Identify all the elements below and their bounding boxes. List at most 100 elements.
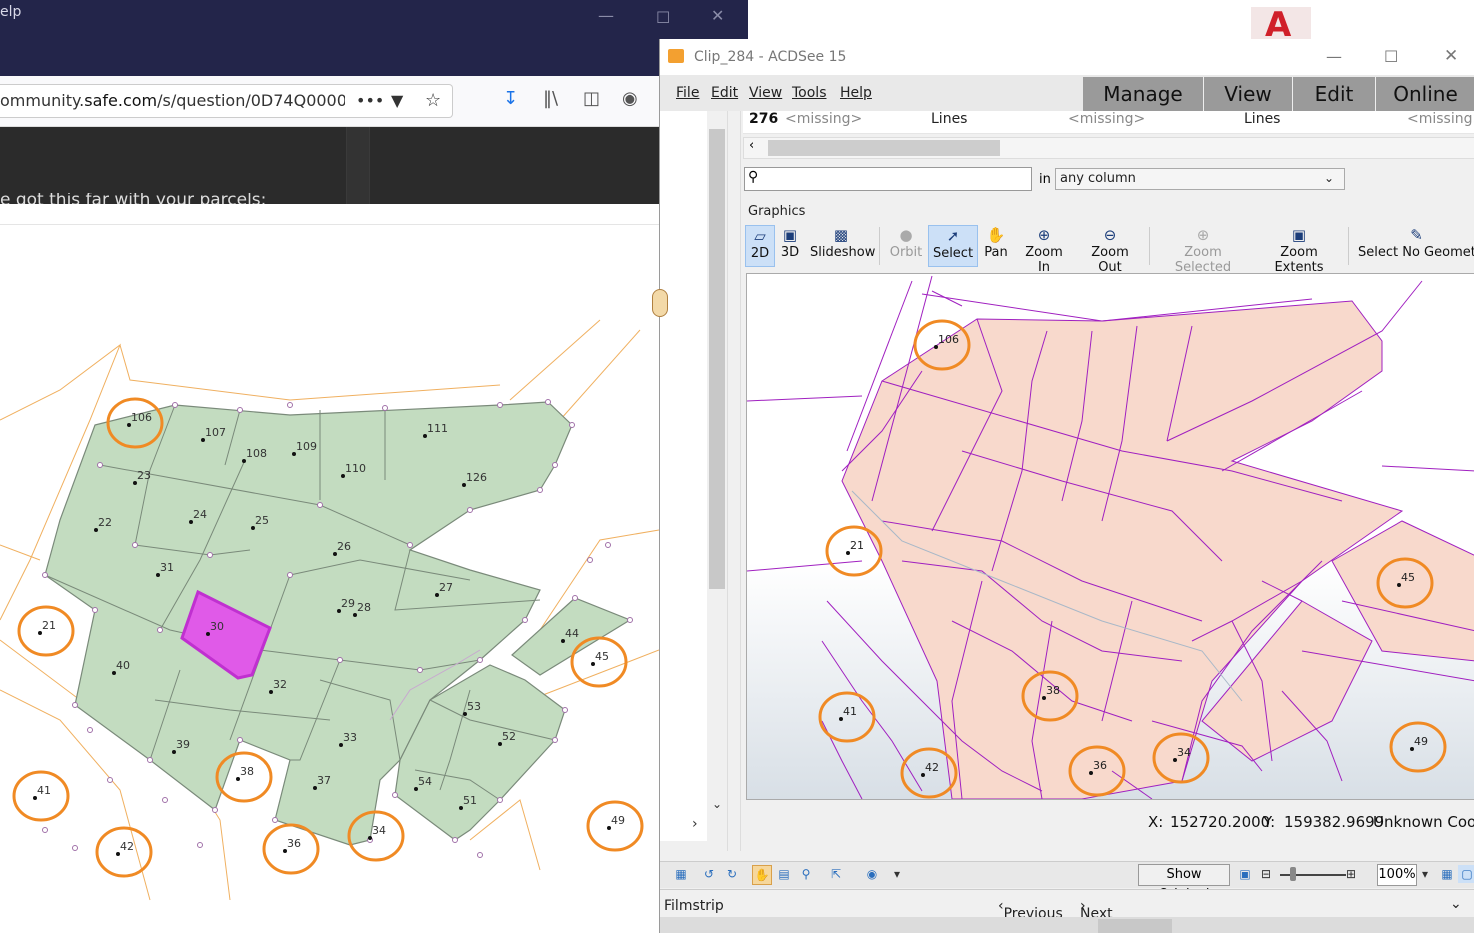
view-mode-icon[interactable]: ▢ bbox=[1458, 865, 1474, 883]
globe-icon[interactable]: ◉ bbox=[863, 865, 881, 883]
pocket-icon[interactable]: ▼ bbox=[391, 85, 403, 117]
acdsee-title-bar: Clip_284 - ACDSee 15 — ☐ ✕ bbox=[660, 39, 1474, 75]
filmstrip-bar: Filmstrip ‹ Previous Next › ⌄ bbox=[660, 889, 1474, 922]
fit-icon[interactable]: ▦ bbox=[672, 865, 690, 883]
3d-button[interactable]: ▣ 3D bbox=[778, 225, 802, 265]
zoom-extents-button[interactable]: ▣ Zoom Extents bbox=[1259, 225, 1339, 275]
close-icon[interactable]: ✕ bbox=[1444, 46, 1458, 66]
parcel-label: 52 bbox=[502, 730, 516, 743]
menu-help[interactable]: Help bbox=[840, 85, 872, 101]
dropdown-icon[interactable]: ▾ bbox=[888, 865, 906, 883]
mode-edit[interactable]: Edit bbox=[1293, 77, 1376, 111]
mode-online[interactable]: Online bbox=[1376, 77, 1474, 111]
parcel-label: 106 bbox=[131, 411, 152, 424]
horizontal-scrollbar[interactable]: ‹ bbox=[743, 137, 1474, 159]
menu-view[interactable]: View bbox=[749, 85, 782, 101]
table-row[interactable]: 276 <missing> Lines <missing> Lines <mis… bbox=[743, 111, 1474, 134]
more-icon[interactable]: ••• bbox=[356, 85, 384, 117]
autocad-icon[interactable]: A bbox=[1251, 5, 1311, 45]
search-input[interactable]: ⚲ bbox=[744, 167, 1032, 191]
side-handle[interactable] bbox=[652, 289, 668, 317]
x-value: 152720.2000 bbox=[1170, 813, 1271, 831]
toolbar-separator bbox=[1348, 227, 1349, 265]
marquee-icon[interactable]: ▤ bbox=[775, 865, 793, 883]
zoom-in-button[interactable]: ⊕ Zoom In bbox=[1018, 225, 1070, 275]
menu-file[interactable]: File bbox=[676, 85, 699, 101]
toolbar-separator bbox=[879, 227, 880, 265]
parcel-label: 45 bbox=[595, 650, 609, 663]
zoom-in-small-icon[interactable]: ⊞ bbox=[1342, 865, 1360, 883]
2d-button[interactable]: ▱ 2D bbox=[745, 225, 775, 267]
zoom-slider-thumb[interactable] bbox=[1290, 867, 1296, 881]
menu-tools[interactable]: Tools bbox=[792, 85, 827, 101]
rotate-left-icon[interactable]: ↺ bbox=[700, 865, 718, 883]
zoom-selected-button[interactable]: ⊕ Zoom Selected bbox=[1158, 225, 1248, 275]
2d-label: 2D bbox=[750, 246, 770, 261]
menu-edit[interactable]: Edit bbox=[711, 85, 738, 101]
full-screen-icon[interactable]: ⇱ bbox=[827, 865, 845, 883]
pan-label: Pan bbox=[984, 245, 1008, 260]
library-icon[interactable]: ‖\ bbox=[543, 88, 558, 109]
parcel-label: 38 bbox=[240, 765, 254, 778]
previous-button[interactable]: ‹ Previous bbox=[998, 898, 1063, 922]
vertical-scroll-thumb[interactable] bbox=[709, 129, 725, 589]
compare-icon[interactable]: ▦ bbox=[1438, 865, 1456, 883]
scroll-down-icon[interactable]: ⌄ bbox=[712, 797, 722, 811]
rotate-right-icon[interactable]: ↻ bbox=[723, 865, 741, 883]
zoom-out-button[interactable]: ⊖ Zoom Out bbox=[1080, 225, 1140, 275]
magnifier-icon[interactable]: ⚲ bbox=[797, 865, 815, 883]
parcel-label: 37 bbox=[317, 774, 331, 787]
maximize-icon[interactable]: ☐ bbox=[656, 8, 670, 27]
pane-divider[interactable] bbox=[727, 111, 741, 851]
parcel-label: 30 bbox=[210, 620, 224, 633]
coordinate-readout: X: 152720.2000 Y: 159382.9699 Unknown Co… bbox=[746, 803, 1474, 839]
reader-view-icon[interactable]: ◫ bbox=[583, 88, 600, 109]
parcel-label: 22 bbox=[98, 516, 112, 529]
zoom-out-small-icon[interactable]: ⊟ bbox=[1257, 865, 1275, 883]
hand-tool-icon[interactable]: ✋ bbox=[752, 865, 772, 885]
actual-size-icon[interactable]: ▣ bbox=[1236, 865, 1254, 883]
column-select-value: any column bbox=[1060, 171, 1136, 186]
scroll-left-icon[interactable]: ‹ bbox=[749, 138, 754, 153]
column-select[interactable]: any column ⌄ bbox=[1055, 168, 1345, 190]
close-icon[interactable]: ✕ bbox=[711, 6, 724, 25]
pan-button[interactable]: ✋ Pan bbox=[982, 225, 1010, 265]
parcel-label: 107 bbox=[205, 426, 226, 439]
select-no-geometry-button[interactable]: ✎Select No Geometry bbox=[1358, 225, 1474, 265]
cell-lines-1: Lines bbox=[931, 111, 968, 127]
minimize-icon[interactable]: — bbox=[1326, 47, 1342, 66]
bookmark-star-icon[interactable]: ☆ bbox=[425, 85, 441, 117]
download-icon[interactable]: ↧ bbox=[503, 88, 518, 109]
slideshow-button[interactable]: ▩ Slideshow bbox=[810, 225, 875, 265]
zoom-level[interactable]: 100% bbox=[1377, 864, 1417, 886]
mode-manage[interactable]: Manage bbox=[1083, 77, 1204, 111]
account-icon[interactable]: ◉ bbox=[622, 88, 638, 109]
zoom-in-label: Zoom In bbox=[1025, 245, 1063, 275]
maximize-icon[interactable]: ☐ bbox=[1384, 47, 1398, 66]
mode-view[interactable]: View bbox=[1204, 77, 1293, 111]
parcel-label: 111 bbox=[427, 422, 448, 435]
collapse-icon[interactable]: ⌄ bbox=[1450, 896, 1462, 912]
graphics-canvas[interactable]: 106 21 45 41 38 42 36 34 49 bbox=[746, 273, 1474, 800]
show-original-button[interactable]: Show Original bbox=[1138, 864, 1230, 902]
chevron-down-icon: ⌄ bbox=[1324, 171, 1335, 185]
minimize-icon[interactable]: — bbox=[598, 6, 614, 25]
zoom-dropdown-icon[interactable]: ▾ bbox=[1416, 865, 1434, 883]
expand-right-icon[interactable]: › bbox=[692, 816, 698, 832]
parcel-label: 44 bbox=[565, 627, 579, 640]
orbit-button[interactable]: ● Orbit bbox=[889, 225, 923, 265]
firefox-title-text: elp bbox=[0, 4, 22, 20]
orbit-label: Orbit bbox=[889, 245, 923, 260]
cell-missing-1: <missing> bbox=[785, 111, 863, 127]
url-bar[interactable]: ommunity.safe.com/s/question/0D74Q00000 … bbox=[0, 84, 453, 118]
next-button[interactable]: Next › bbox=[1080, 898, 1113, 922]
page-separator bbox=[0, 204, 660, 225]
select-button[interactable]: ➚ Select bbox=[928, 225, 978, 267]
horizontal-scroll-thumb[interactable] bbox=[768, 140, 1000, 156]
filmstrip-thumbnail[interactable] bbox=[1098, 919, 1172, 933]
parcel-label: 42 bbox=[120, 840, 134, 853]
slideshow-icon: ▩ bbox=[833, 226, 849, 244]
parcel-label: 110 bbox=[345, 462, 366, 475]
filmstrip-label: Filmstrip bbox=[664, 898, 724, 914]
parcel-label: 108 bbox=[246, 447, 267, 460]
